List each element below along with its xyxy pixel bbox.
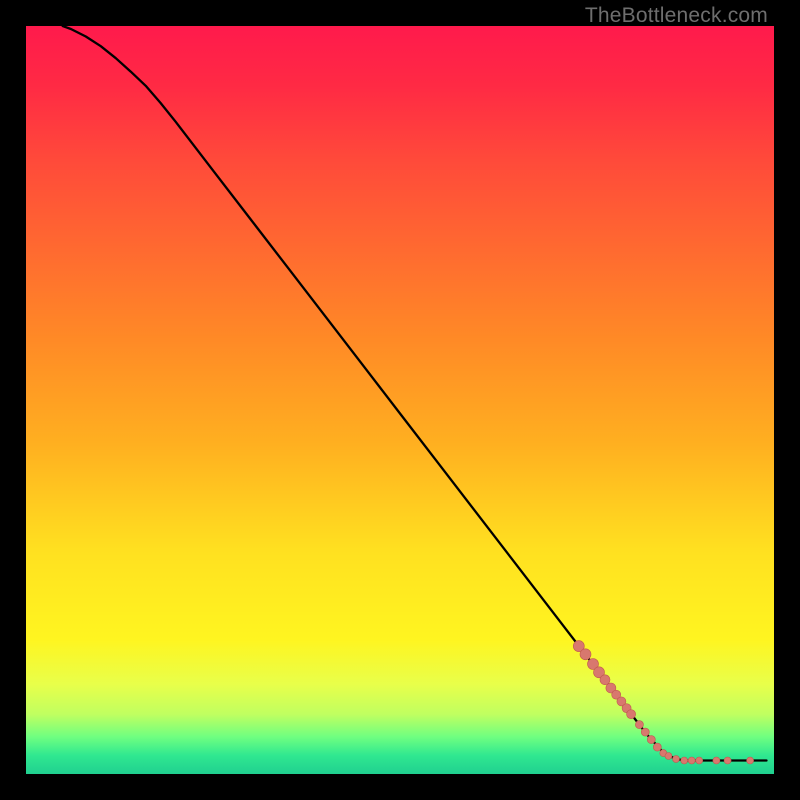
gradient-background (26, 26, 774, 774)
plot-area (26, 26, 774, 774)
plot-frame (26, 26, 774, 774)
watermark-text: TheBottleneck.com (585, 4, 768, 28)
